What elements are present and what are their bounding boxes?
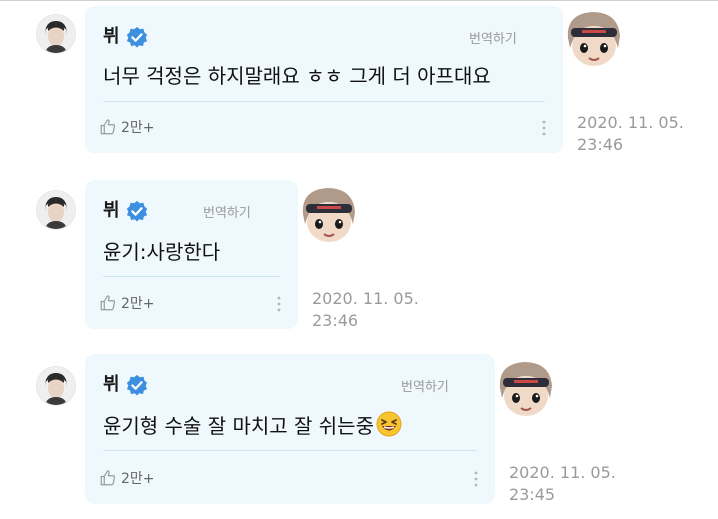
like-button[interactable]: 2만+ — [99, 117, 155, 137]
sender-name: 뷔 — [103, 200, 120, 221]
message-timestamp: 2020. 11. 05. 23:46 — [312, 289, 419, 330]
verified-badge-icon — [126, 200, 147, 222]
like-button[interactable]: 2만+ — [99, 293, 155, 313]
message-text: 윤기:사랑한다 — [103, 240, 221, 264]
message-bubble: 뷔 번역하기 너무 걱정은 하지말래요 ㅎㅎ 그게 더 아프대요 2만+ — [85, 6, 563, 153]
message-text-content: 윤기형 수술 잘 마치고 잘 쉬는중 — [103, 414, 374, 438]
chat-message: 뷔 번역하기 윤기:사랑한다 2만+ 2020. 11. 05. 23:46 — [0, 180, 718, 335]
like-count: 2만+ — [121, 471, 155, 487]
message-timestamp: 2020. 11. 05. 23:46 — [577, 113, 684, 154]
chat-message: 뷔 번역하기 윤기형 수술 잘 마치고 잘 쉬는중 2만+ 2020. 11. … — [0, 354, 718, 514]
character-sticker-icon — [567, 12, 620, 66]
bubble-divider — [103, 276, 280, 277]
chat-message: 뷔 번역하기 너무 걱정은 하지말래요 ㅎㅎ 그게 더 아프대요 2만+ 202… — [0, 6, 718, 166]
message-text: 윤기형 수술 잘 마치고 잘 쉬는중 — [103, 410, 402, 439]
verified-badge-icon — [126, 26, 147, 48]
translate-button[interactable]: 번역하기 — [469, 28, 517, 47]
sender-row: 뷔 — [103, 200, 148, 222]
thumbs-up-icon — [100, 295, 116, 311]
more-options-icon[interactable] — [473, 471, 479, 487]
like-count: 2만+ — [121, 296, 155, 312]
thumbs-up-icon — [100, 470, 116, 486]
avatar[interactable] — [36, 14, 76, 54]
like-button[interactable]: 2만+ — [99, 468, 155, 488]
more-options-icon[interactable] — [541, 120, 547, 136]
bubble-divider — [103, 450, 477, 451]
message-text: 너무 걱정은 하지말래요 ㅎㅎ 그게 더 아프대요 — [103, 64, 491, 88]
thumbs-up-icon — [100, 119, 116, 135]
character-sticker-icon — [302, 188, 355, 242]
sender-name: 뷔 — [103, 374, 120, 395]
sender-name: 뷔 — [103, 26, 120, 47]
translate-button[interactable]: 번역하기 — [203, 202, 251, 221]
more-options-icon[interactable] — [276, 296, 282, 312]
message-bubble: 뷔 번역하기 윤기형 수술 잘 마치고 잘 쉬는중 2만+ — [85, 354, 495, 504]
translate-button[interactable]: 번역하기 — [401, 376, 449, 395]
like-count: 2만+ — [121, 120, 155, 136]
verified-badge-icon — [126, 374, 147, 396]
laughing-emoji-icon — [376, 411, 402, 437]
sender-row: 뷔 — [103, 374, 148, 396]
avatar[interactable] — [36, 366, 76, 406]
sender-row: 뷔 — [103, 26, 148, 48]
message-timestamp: 2020. 11. 05. 23:45 — [509, 463, 616, 504]
character-sticker-icon — [499, 362, 552, 416]
message-bubble: 뷔 번역하기 윤기:사랑한다 2만+ — [85, 180, 298, 329]
bubble-divider — [103, 101, 545, 102]
top-divider — [0, 0, 718, 1]
avatar[interactable] — [36, 190, 76, 230]
